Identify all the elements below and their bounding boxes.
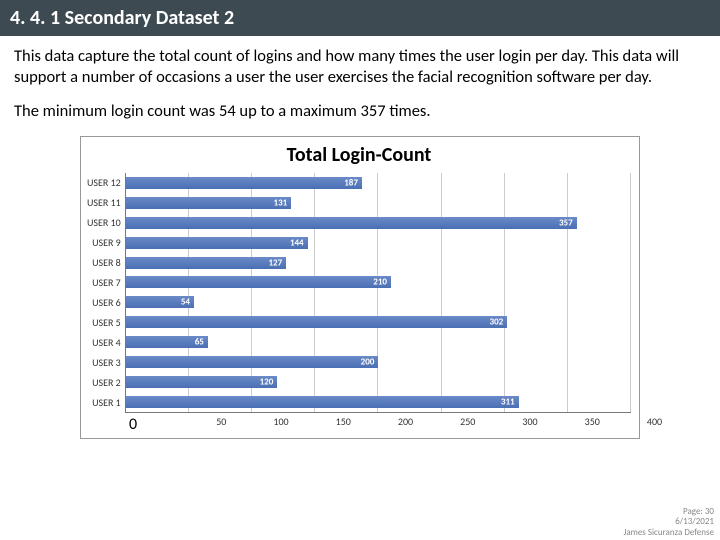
y-tick-label: USER 8 bbox=[87, 253, 121, 273]
bar-slot: 65 bbox=[126, 332, 631, 352]
y-tick-label: USER 10 bbox=[87, 213, 121, 233]
bar-value-label: 187 bbox=[344, 177, 358, 188]
bar-slot: 187 bbox=[126, 173, 631, 193]
y-tick-label: USER 9 bbox=[87, 233, 121, 253]
y-tick-label: USER 4 bbox=[87, 333, 121, 353]
paragraph-1: This data capture the total count of log… bbox=[14, 46, 706, 87]
bar-slot: 144 bbox=[126, 233, 631, 253]
x-tick: 250 bbox=[413, 415, 475, 428]
x-axis-labels: 50100150200250300350400 bbox=[133, 415, 631, 428]
bar-value-label: 131 bbox=[274, 197, 288, 208]
bar-value-label: 65 bbox=[195, 337, 204, 348]
bars: 187 131 357 144 127 210 54 302 65 200 120 311 bbox=[126, 173, 631, 412]
chart-container: Total Login-Count USER 12USER 11USER 10U… bbox=[80, 136, 640, 439]
x-tick: 300 bbox=[475, 415, 537, 428]
bar-value-label: 120 bbox=[260, 377, 274, 388]
bar: 302 bbox=[126, 316, 507, 328]
bar-slot: 302 bbox=[126, 312, 631, 332]
bar-slot: 127 bbox=[126, 253, 631, 273]
y-tick-label: USER 11 bbox=[87, 193, 121, 213]
bar-value-label: 127 bbox=[268, 257, 282, 268]
bar-slot: 357 bbox=[126, 213, 631, 233]
bar: 54 bbox=[126, 296, 194, 308]
chart-title: Total Login-Count bbox=[87, 143, 631, 167]
bar: 311 bbox=[126, 396, 519, 408]
bar-slot: 311 bbox=[126, 392, 631, 412]
x-tick: 200 bbox=[351, 415, 413, 428]
bar-slot: 54 bbox=[126, 292, 631, 312]
y-tick-label: USER 6 bbox=[87, 293, 121, 313]
bar: 210 bbox=[126, 276, 391, 288]
x-tick: 400 bbox=[600, 415, 662, 428]
y-tick-label: USER 5 bbox=[87, 313, 121, 333]
bar-value-label: 210 bbox=[373, 277, 387, 288]
bar: 144 bbox=[126, 237, 308, 249]
x-tick: 100 bbox=[226, 415, 288, 428]
y-tick-label: USER 3 bbox=[87, 353, 121, 373]
footer-author: James Sicuranza Defense bbox=[623, 528, 714, 538]
bar: 127 bbox=[126, 257, 286, 269]
bar-slot: 210 bbox=[126, 272, 631, 292]
bar: 65 bbox=[126, 336, 208, 348]
bar: 131 bbox=[126, 197, 291, 209]
x-tick: 0 bbox=[129, 415, 137, 434]
y-axis-labels: USER 12USER 11USER 10USER 9USER 8USER 7U… bbox=[87, 173, 125, 413]
body-text: This data capture the total count of log… bbox=[0, 36, 720, 122]
x-axis: 0 50100150200250300350400 bbox=[87, 415, 631, 428]
y-tick-label: USER 7 bbox=[87, 273, 121, 293]
bar-value-label: 200 bbox=[361, 357, 375, 368]
bar-slot: 200 bbox=[126, 352, 631, 372]
section-header: 4. 4. 1 Secondary Dataset 2 bbox=[0, 0, 720, 36]
bar-value-label: 144 bbox=[290, 237, 304, 248]
bar-value-label: 302 bbox=[490, 317, 504, 328]
y-tick-label: USER 12 bbox=[87, 173, 121, 193]
bar: 120 bbox=[126, 376, 278, 388]
bar: 200 bbox=[126, 356, 379, 368]
bar-value-label: 311 bbox=[501, 396, 515, 407]
bar: 357 bbox=[126, 217, 577, 229]
plot-area: 187 131 357 144 127 210 54 302 65 200 120 311 bbox=[125, 173, 631, 413]
x-tick: 350 bbox=[538, 415, 600, 428]
bar-slot: 131 bbox=[126, 193, 631, 213]
x-tick: 50 bbox=[164, 415, 226, 428]
bar-slot: 120 bbox=[126, 372, 631, 392]
y-tick-label: USER 1 bbox=[87, 393, 121, 413]
bar-value-label: 357 bbox=[559, 217, 573, 228]
bar: 187 bbox=[126, 177, 362, 189]
section-title: 4. 4. 1 Secondary Dataset 2 bbox=[10, 6, 234, 30]
paragraph-2: The minimum login count was 54 up to a m… bbox=[14, 101, 706, 122]
bar-value-label: 54 bbox=[181, 297, 190, 308]
y-tick-label: USER 2 bbox=[87, 373, 121, 393]
footer: Page: 30 6/13/2021 James Sicuranza Defen… bbox=[623, 507, 714, 538]
x-tick: 150 bbox=[289, 415, 351, 428]
